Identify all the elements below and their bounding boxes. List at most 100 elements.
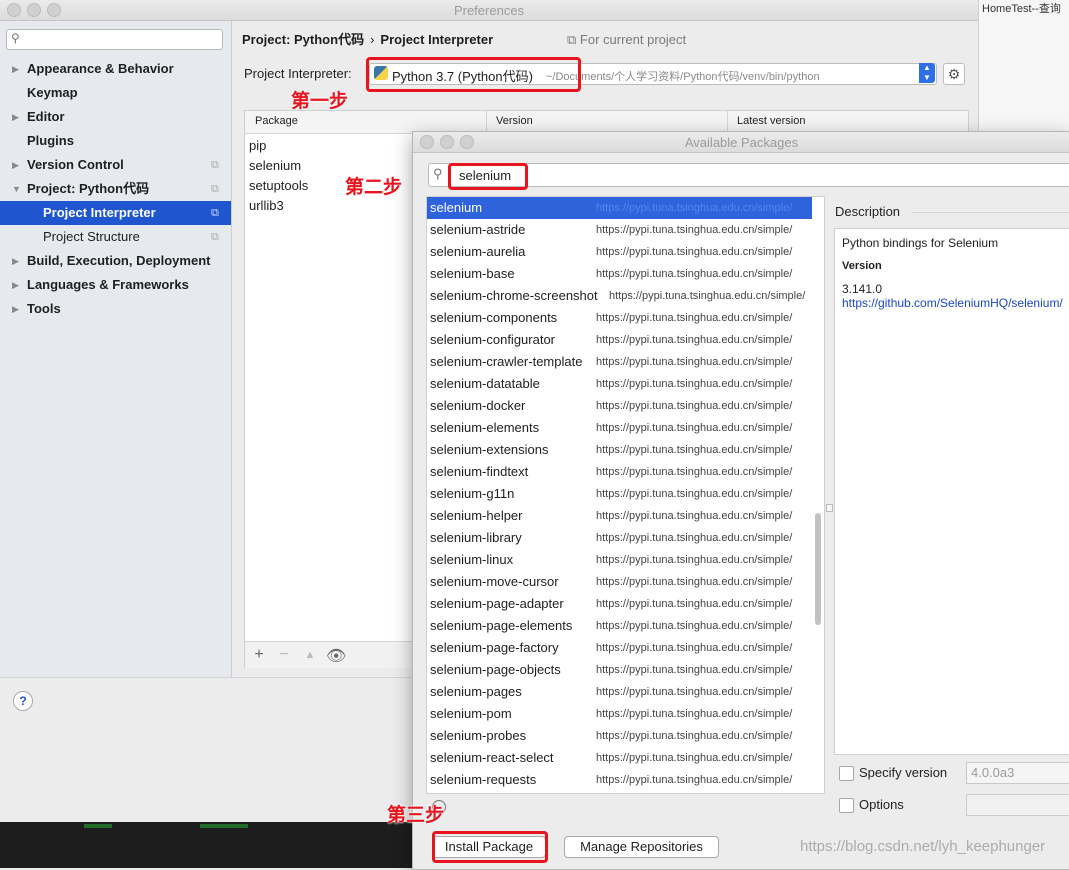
list-item[interactable]: selenium-pages https://pypi.tuna.tsinghua… <box>427 681 812 703</box>
list-item[interactable]: selenium-docker https://pypi.tuna.tsinghu… <box>427 395 812 417</box>
search-icon: ⚲ <box>11 31 20 45</box>
list-item[interactable]: selenium-findtext https://pypi.tuna.tsing… <box>427 461 812 483</box>
list-item[interactable]: selenium-pom https://pypi.tuna.tsinghua.e… <box>427 703 812 725</box>
package-repo: https://pypi.tuna.tsinghua.edu.cn/simple… <box>595 659 793 681</box>
list-item[interactable]: selenium-library https://pypi.tuna.tsingh… <box>427 527 812 549</box>
project-scope-icon: ⧉ <box>211 159 219 171</box>
list-item[interactable]: selenium-helper https://pypi.tuna.tsinghu… <box>427 505 812 527</box>
dropdown-arrows-icon[interactable]: ▲ ▼ <box>919 63 935 83</box>
list-item[interactable]: selenium-elements https://pypi.tuna.tsing… <box>427 417 812 439</box>
package-repo: https://pypi.tuna.tsinghua.edu.cn/simple… <box>595 307 793 329</box>
show-early-releases-icon[interactable]: 👁 <box>326 646 346 666</box>
sidebar-item-languages[interactable]: ▶ Languages & Frameworks <box>0 273 231 297</box>
options-input[interactable] <box>966 794 1069 816</box>
settings-search-input[interactable]: ⚲ <box>6 29 223 50</box>
remove-package-button[interactable]: − <box>274 646 294 664</box>
package-repo: https://pypi.tuna.tsinghua.edu.cn/simple… <box>595 681 793 703</box>
package-repo: https://pypi.tuna.tsinghua.edu.cn/simple… <box>595 637 793 659</box>
column-header-package[interactable]: Package <box>255 115 298 127</box>
package-repo: https://pypi.tuna.tsinghua.edu.cn/simple… <box>595 395 793 417</box>
list-item[interactable]: selenium-base https://pypi.tuna.tsinghua.… <box>427 263 812 285</box>
package-name: selenium-elements <box>430 420 540 435</box>
sidebar-item-keymap[interactable]: Keymap <box>0 81 231 105</box>
interpreter-path: ~/Documents/个人学习资料/Python代码/venv/bin/pyt… <box>546 71 820 83</box>
package-repo: https://pypi.tuna.tsinghua.edu.cn/simple… <box>595 263 793 285</box>
sidebar-item-appearance[interactable]: ▶ Appearance & Behavior <box>0 57 231 81</box>
dialog-title: Available Packages <box>684 135 799 150</box>
help-button[interactable]: ? <box>13 691 33 711</box>
package-repo: https://pypi.tuna.tsinghua.edu.cn/simple… <box>595 769 793 791</box>
sidebar-item-editor[interactable]: ▶ Editor <box>0 105 231 129</box>
table-row[interactable]: pip <box>249 138 266 153</box>
interpreter-settings-button[interactable]: ⚙ <box>943 63 965 85</box>
list-item[interactable]: selenium-requests https://pypi.tuna.tsing… <box>427 769 812 791</box>
window-title: Preferences <box>453 3 525 18</box>
package-name: selenium-helper <box>430 508 523 523</box>
package-name: selenium-pages <box>430 684 522 699</box>
list-item[interactable]: selenium-datatable https://pypi.tuna.tsin… <box>427 373 812 395</box>
breadcrumb-project[interactable]: Project: Python代码 <box>242 32 364 47</box>
sidebar-item-label: Plugins <box>27 133 74 148</box>
column-header-latest-version[interactable]: Latest version <box>737 115 805 127</box>
list-item[interactable]: selenium-move-cursor https://pypi.tuna.ts… <box>427 571 812 593</box>
package-name: selenium-page-objects <box>430 662 561 677</box>
package-name: selenium-g11n <box>430 486 515 501</box>
list-item[interactable]: selenium-page-objects https://pypi.tuna.t… <box>427 659 812 681</box>
list-item[interactable]: selenium-page-factory https://pypi.tuna.t… <box>427 637 812 659</box>
splitter-handle[interactable] <box>826 504 833 512</box>
step-three-label: 第三步 <box>387 804 445 826</box>
sidebar-item-project[interactable]: ▼ Project: Python代码 ⧉ <box>0 177 231 201</box>
sidebar-item-label: Keymap <box>27 85 78 100</box>
available-packages-list: selenium https://pypi.tuna.tsinghua.edu.c… <box>426 196 825 794</box>
list-item[interactable]: selenium-react-select https://pypi.tuna.t… <box>427 747 812 769</box>
column-divider <box>486 111 487 133</box>
package-name: selenium-findtext <box>430 464 529 479</box>
sidebar-item-plugins[interactable]: Plugins <box>0 129 231 153</box>
package-repo: https://pypi.tuna.tsinghua.edu.cn/simple… <box>595 725 793 747</box>
list-scrollbar[interactable] <box>815 513 821 625</box>
package-repo: https://pypi.tuna.tsinghua.edu.cn/simple… <box>595 461 793 483</box>
divider <box>911 212 1069 213</box>
list-item[interactable]: selenium-crawler-template https://pypi.tu… <box>427 351 812 373</box>
specify-version-checkbox[interactable] <box>839 766 854 781</box>
sidebar-item-build[interactable]: ▶ Build, Execution, Deployment <box>0 249 231 273</box>
list-item[interactable]: selenium-probes https://pypi.tuna.tsinghu… <box>427 725 812 747</box>
package-repo: https://pypi.tuna.tsinghua.edu.cn/simple… <box>595 593 793 615</box>
package-name: selenium-configurator <box>430 332 556 347</box>
table-row[interactable]: selenium <box>249 158 301 173</box>
list-item[interactable]: selenium-aurelia https://pypi.tuna.tsingh… <box>427 241 812 263</box>
chevron-right-icon: ▶ <box>12 304 19 314</box>
sidebar-item-project-structure[interactable]: Project Structure ⧉ <box>0 225 231 249</box>
table-row[interactable]: setuptools <box>249 178 308 193</box>
step-one-label: 第一步 <box>291 90 349 112</box>
list-item[interactable]: selenium-linux https://pypi.tuna.tsinghua… <box>427 549 812 571</box>
list-item[interactable]: selenium-g11n https://pypi.tuna.tsinghua.… <box>427 483 812 505</box>
package-repo: https://pypi.tuna.tsinghua.edu.cn/simple… <box>595 527 793 549</box>
list-item[interactable]: selenium-astride https://pypi.tuna.tsingh… <box>427 219 812 241</box>
list-item[interactable]: selenium https://pypi.tuna.tsinghua.edu.c… <box>427 197 812 219</box>
list-item[interactable]: selenium-configurator https://pypi.tuna.t… <box>427 329 812 351</box>
project-link[interactable]: https://github.com/SeleniumHQ/selenium/ <box>842 296 1063 310</box>
sidebar-item-version-control[interactable]: ▶ Version Control ⧉ <box>0 153 231 177</box>
options-checkbox[interactable] <box>839 798 854 813</box>
list-item[interactable]: selenium-chrome-screenshot https://pypi.t… <box>427 285 812 307</box>
list-item[interactable]: selenium-components https://pypi.tuna.tsi… <box>427 307 812 329</box>
table-row[interactable]: urllib3 <box>249 198 284 213</box>
add-package-button[interactable]: + <box>249 646 269 664</box>
manage-repositories-button[interactable]: Manage Repositories <box>564 836 719 858</box>
list-item[interactable]: selenium-page-adapter https://pypi.tuna.t… <box>427 593 812 615</box>
column-header-version[interactable]: Version <box>496 115 533 127</box>
sidebar-item-tools[interactable]: ▶ Tools <box>0 297 231 321</box>
version-select[interactable]: 4.0.0a3 <box>966 762 1069 784</box>
sidebar-item-project-interpreter[interactable]: Project Interpreter ⧉ <box>0 201 231 225</box>
version-heading: Version <box>842 260 882 272</box>
list-item[interactable]: selenium-page-elements https://pypi.tuna.… <box>427 615 812 637</box>
package-repo: https://pypi.tuna.tsinghua.edu.cn/simple… <box>595 439 793 461</box>
package-repo: https://pypi.tuna.tsinghua.edu.cn/simple… <box>595 373 793 395</box>
package-name: selenium-react-select <box>430 750 554 765</box>
package-name: selenium-page-factory <box>430 640 559 655</box>
list-item[interactable]: selenium-extensions https://pypi.tuna.tsi… <box>427 439 812 461</box>
background-area <box>0 722 412 822</box>
annotation-box-interpreter <box>366 57 581 92</box>
upgrade-package-button[interactable]: ▲ <box>300 649 320 661</box>
